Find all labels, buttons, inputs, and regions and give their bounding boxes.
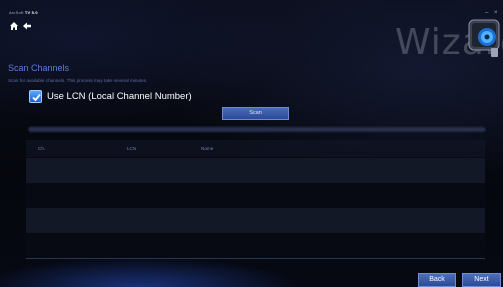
brand-prefix: ArcSoft <box>9 10 24 15</box>
use-lcn-checkbox[interactable] <box>29 90 42 103</box>
channel-table: Ch. LCN Name <box>26 140 485 260</box>
brand-label: ArcSoft TV 5.0 <box>9 10 38 15</box>
scan-progress-bar <box>28 126 486 133</box>
home-icon[interactable] <box>9 18 19 30</box>
page-title: Scan Channels <box>8 63 70 73</box>
window-controls: – × <box>483 10 501 16</box>
table-row[interactable] <box>26 183 485 208</box>
arcsoft-tv-logo-icon <box>467 18 501 58</box>
column-header-lcn[interactable]: LCN <box>127 146 136 151</box>
use-lcn-label[interactable]: Use LCN (Local Channel Number) <box>47 91 192 102</box>
back-button[interactable]: Back <box>418 273 456 287</box>
column-header-name[interactable]: Name <box>201 146 213 151</box>
close-icon[interactable]: × <box>494 10 498 16</box>
page-description: Scan for available channels. This proces… <box>8 78 148 83</box>
table-bottom-divider <box>26 258 485 259</box>
back-arrow-icon[interactable] <box>22 18 32 30</box>
brand-name: TV 5.0 <box>24 10 38 15</box>
table-row[interactable] <box>26 208 485 233</box>
checkmark-icon <box>32 93 41 102</box>
table-header: Ch. LCN Name <box>26 140 485 157</box>
column-header-ch[interactable]: Ch. <box>38 146 45 151</box>
table-row[interactable] <box>26 233 485 258</box>
table-row[interactable] <box>26 158 485 183</box>
wizard-screen: ArcSoft TV 5.0 Wizard – × Scan Channels … <box>0 0 503 287</box>
scan-button[interactable]: Scan <box>222 107 289 120</box>
minimize-icon[interactable]: – <box>485 10 488 16</box>
next-button[interactable]: Next <box>462 273 501 287</box>
